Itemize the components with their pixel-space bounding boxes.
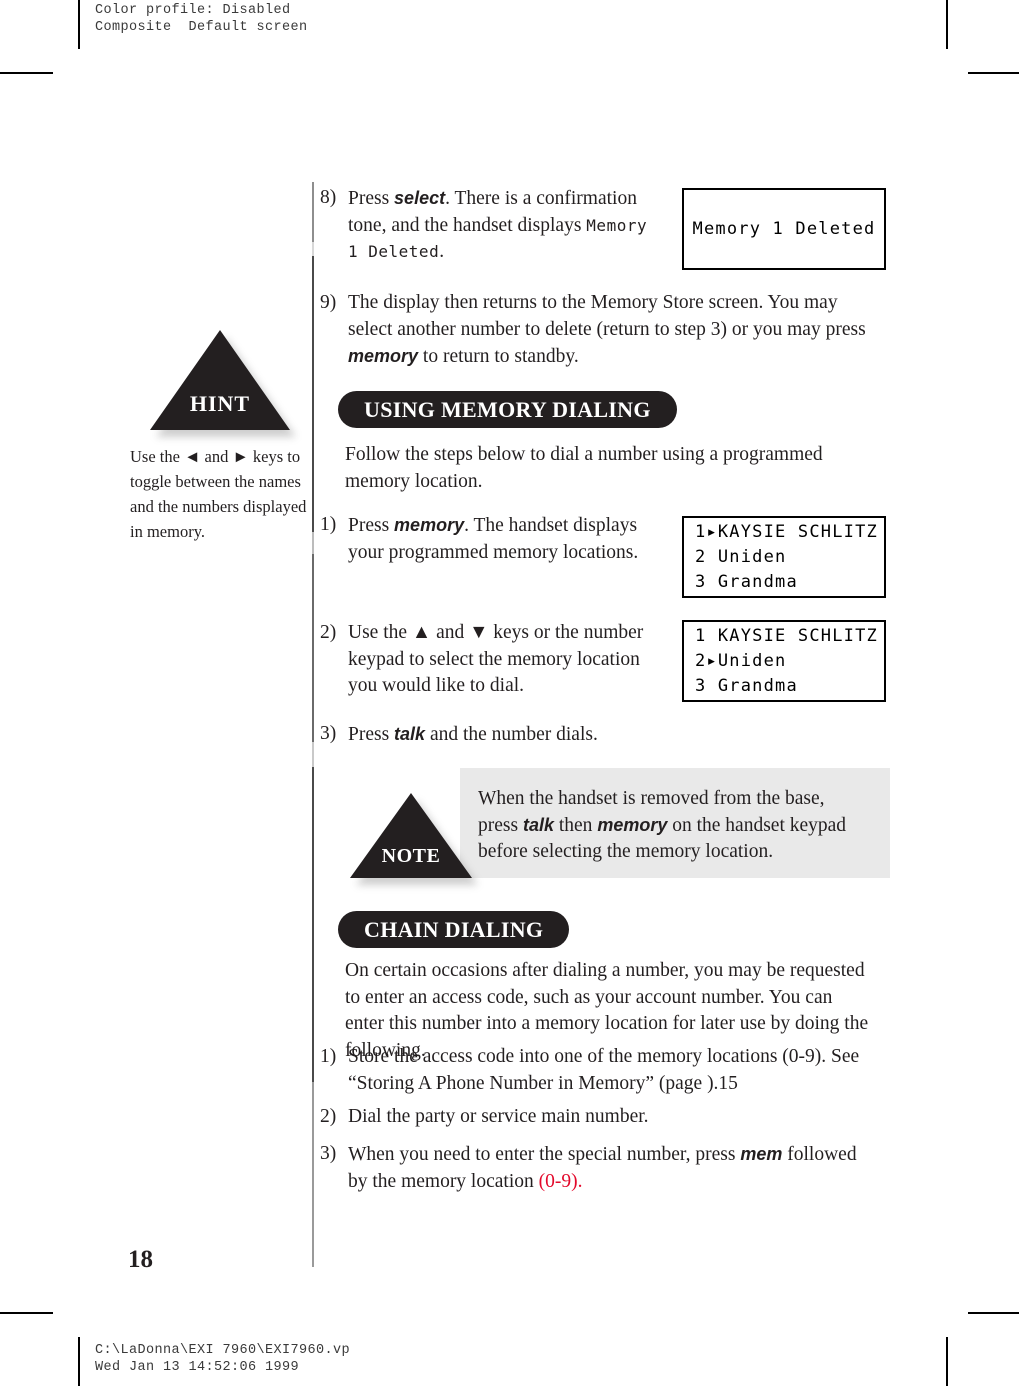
page-number: 18 [128, 1246, 153, 1273]
list-item: 3) When you need to enter the special nu… [320, 1141, 880, 1195]
list-item: 1) Press memory. The handset displays yo… [320, 512, 645, 566]
hint-text-line: toggle between the names [130, 472, 301, 491]
proof-footer-text: C:\LaDonna\EXI 7960\EXI7960.vp Wed Jan 1… [95, 1343, 351, 1375]
crop-mark-bottom-right-vertical [946, 1337, 948, 1386]
hint-text-line: Use the ◄ and ► keys to [130, 447, 301, 466]
hint-callout-triangle: HINT [150, 330, 296, 437]
step-text: When you need to enter the special numbe… [348, 1141, 880, 1195]
hint-label: HINT [189, 391, 251, 416]
note-text-part: on the handset keypad [667, 815, 847, 836]
step-text: Store the access code into one of the me… [348, 1046, 860, 1094]
lcd-display-memory-list-first: 1▸KAYSIE SCHLITZ 2 Uniden 3 Grandma [682, 516, 886, 598]
step-text: Press memory. The handset displays your … [348, 512, 645, 566]
note-callout-triangle: NOTE [350, 793, 478, 885]
hint-callout-text: Use the ◄ and ► keys to toggle between t… [130, 444, 310, 544]
section-heading-using-memory-dialing: USING MEMORY DIALING [338, 391, 677, 428]
list-item: 2) Dial the party or service main number… [320, 1104, 880, 1131]
step-text-part: . [439, 241, 445, 262]
step-text: Dial the party or service main number. [348, 1106, 649, 1127]
keyword-memory: memory [597, 815, 668, 835]
step-text-part: and the number dials. [425, 724, 598, 745]
note-text-line: press talk then memory on the handset ke… [478, 812, 878, 839]
step-number: 2) [320, 622, 337, 643]
list-item: 2) Use the ▲ and ▼ keys or the number ke… [320, 620, 650, 700]
lcd-line: 1 KAYSIE SCHLITZ [695, 625, 878, 646]
step-text: The display then returns to the Memory S… [348, 290, 880, 371]
crop-mark-top-left-horizontal [0, 72, 53, 74]
note-text-part: press [478, 815, 523, 836]
column-divider-rule [312, 182, 314, 1267]
list-item: 9) The display then returns to the Memor… [320, 290, 880, 371]
hint-text-line: and the numbers displayed [130, 497, 307, 516]
step-text-part: Press [348, 188, 395, 209]
list-item: 1) Store the access code into one of the… [320, 1044, 880, 1097]
keyword-select: select [394, 188, 446, 208]
note-text-part: then [553, 815, 598, 836]
step-text-part: The display then returns to the Memory S… [348, 292, 866, 340]
keyword-mem: mem [740, 1144, 783, 1164]
hint-text-line: in memory. [130, 522, 205, 541]
note-label: NOTE [381, 845, 441, 867]
keyword-talk: talk [394, 724, 426, 744]
crop-mark-top-right-horizontal [968, 72, 1019, 74]
lcd-display-memory-list-second: 1 KAYSIE SCHLITZ 2▸Uniden 3 Grandma [682, 620, 886, 702]
lcd-line: 2▸Uniden [695, 650, 787, 671]
step-number: 1) [320, 514, 337, 535]
proof-header-text: Color profile: Disabled Composite Defaul… [95, 3, 308, 35]
section-heading-chain-dialing: CHAIN DIALING [338, 911, 570, 948]
note-callout-text: When the handset is removed from the bas… [478, 786, 878, 865]
step-text-part: to return to standby. [418, 346, 579, 367]
step-text-part: Press [348, 515, 395, 536]
step-text: Use the ▲ and ▼ keys or the number keypa… [348, 622, 644, 696]
keyword-memory: memory [348, 346, 419, 366]
crop-mark-top-left-vertical [78, 0, 80, 49]
crop-mark-bottom-left-vertical [78, 1337, 80, 1386]
lcd-line: Memory 1 Deleted [692, 219, 876, 239]
step-number: 1) [320, 1046, 337, 1067]
step-text-part: Press [348, 724, 395, 745]
crop-mark-bottom-left-horizontal [0, 1312, 53, 1314]
list-item: 3) Press talk and the number dials. [320, 721, 720, 749]
note-text-line: When the handset is removed from the bas… [478, 788, 825, 809]
step-number: 2) [320, 1106, 337, 1127]
lcd-line: 3 Grandma [695, 571, 798, 592]
note-text-line: before selecting the memory location. [478, 841, 774, 862]
lcd-line: 1▸KAYSIE SCHLITZ [695, 521, 878, 542]
section-intro-memory-dialing: Follow the steps below to dial a number … [345, 444, 823, 492]
step-number: 3) [320, 1143, 337, 1164]
crop-mark-bottom-right-horizontal [968, 1312, 1019, 1314]
keyword-memory: memory [394, 515, 465, 535]
step-text-part: When you need to enter the special numbe… [348, 1144, 741, 1165]
keyword-talk: talk [522, 815, 554, 835]
step-text: Press select. There is a confirmation to… [348, 185, 650, 266]
lcd-line: 2 Uniden [695, 546, 787, 567]
lcd-line: 3 Grandma [695, 675, 798, 696]
editorial-correction-text: (0-9). [538, 1170, 583, 1192]
lcd-display-memory-deleted: Memory 1 Deleted [682, 188, 886, 270]
step-text: Press talk and the number dials. [348, 721, 598, 749]
step-number: 9) [320, 292, 337, 313]
crop-mark-top-right-vertical [946, 0, 948, 49]
step-number: 3) [320, 723, 337, 744]
list-item: 8) Press select. There is a confirmation… [320, 185, 650, 266]
step-number: 8) [320, 187, 337, 208]
